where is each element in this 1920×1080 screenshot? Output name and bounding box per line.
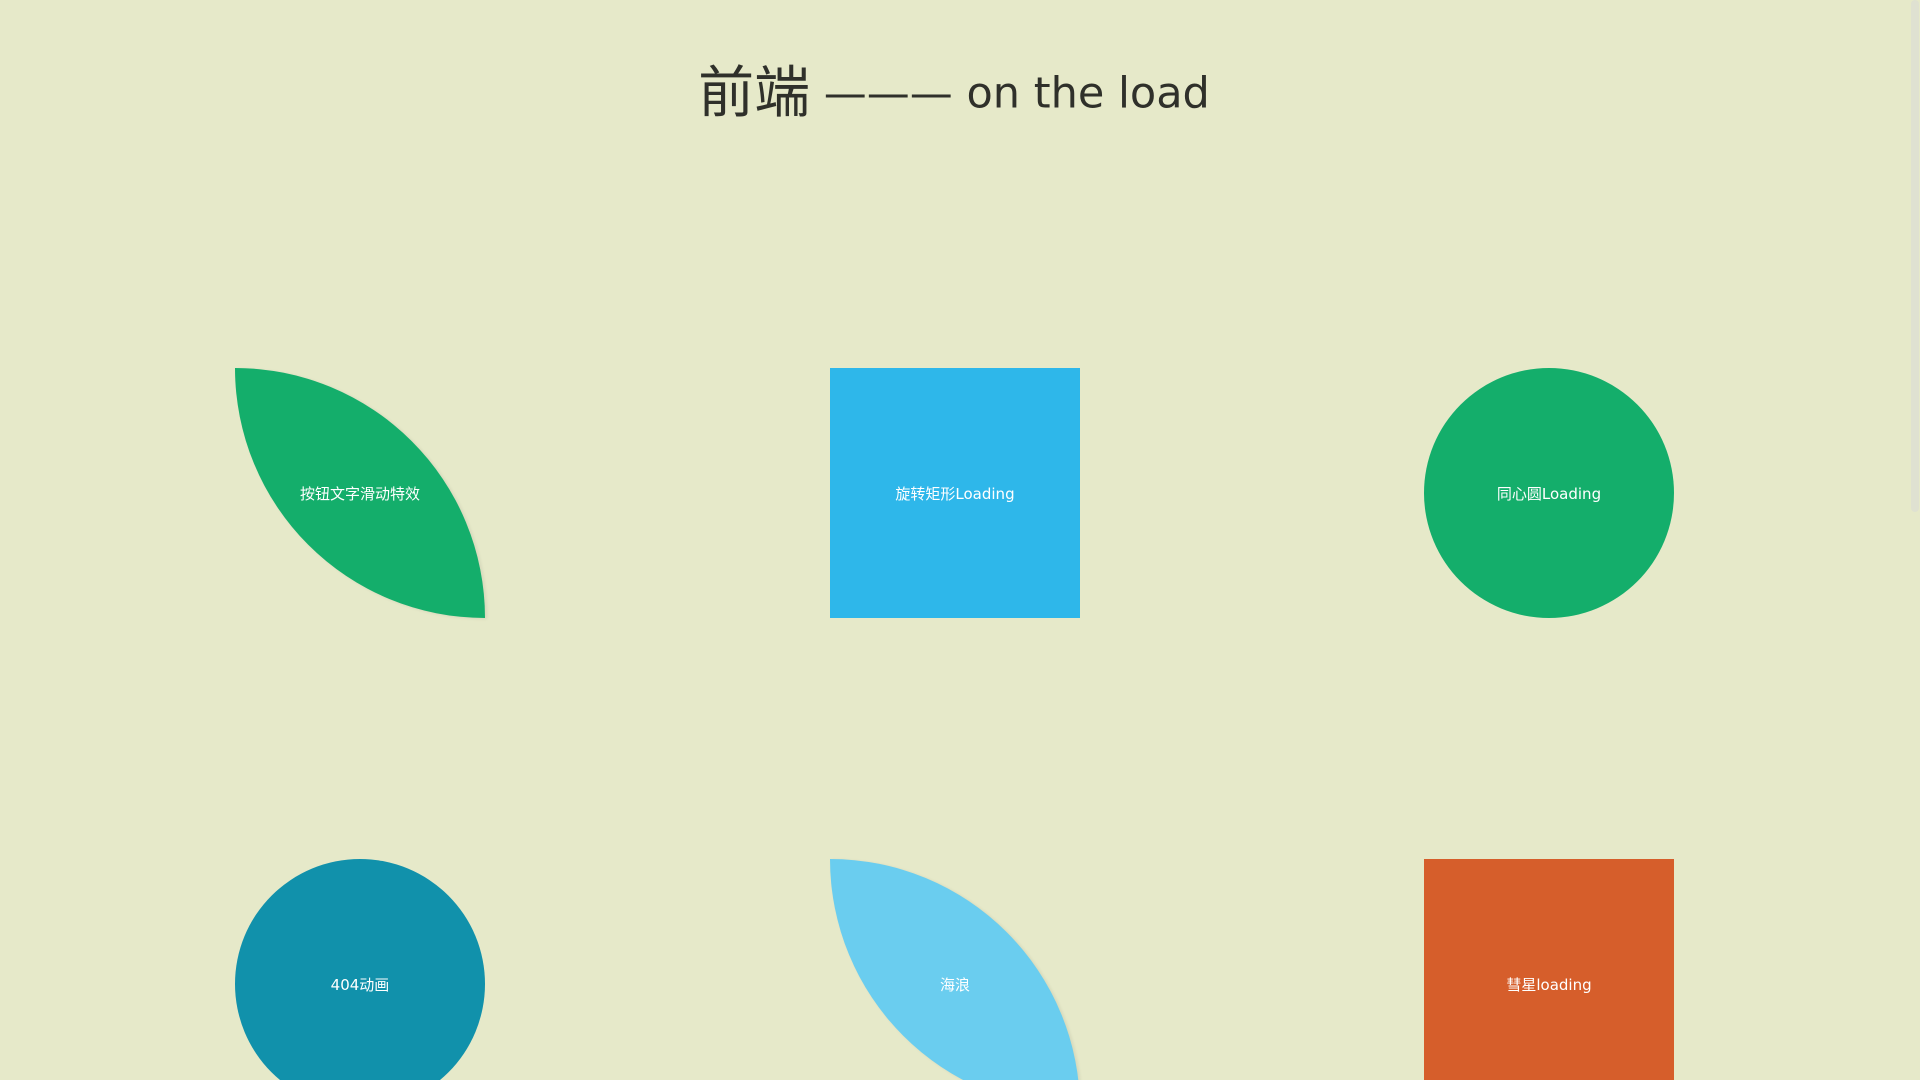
card-label: 旋转矩形Loading	[895, 484, 1015, 503]
card-concentric-circle-loading[interactable]: 同心圆Loading	[1424, 368, 1674, 618]
card-label: 按钮文字滑动特效	[299, 484, 420, 503]
card-label: 404动画	[330, 975, 390, 994]
card-label: 同心圆Loading	[1496, 484, 1602, 503]
card-waves[interactable]: 海浪	[830, 859, 1080, 1080]
page-title-chinese: 前端	[698, 61, 811, 126]
scrollbar-thumb[interactable]	[1911, 0, 1919, 512]
card-rotating-rectangle-loading[interactable]: 旋转矩形Loading	[830, 368, 1080, 618]
page-title: 前端 ——— on the load	[0, 66, 1908, 122]
card-label: 彗星loading	[1506, 975, 1592, 994]
card-comet-loading[interactable]: 彗星loading	[1424, 859, 1674, 1080]
page-title-english: ——— on the load	[810, 68, 1210, 119]
card-label: 海浪	[939, 975, 970, 994]
vertical-scrollbar[interactable]	[1908, 0, 1920, 1080]
card-404-animation[interactable]: 404动画	[235, 859, 485, 1080]
card-button-text-slide[interactable]: 按钮文字滑动特效	[235, 368, 485, 618]
